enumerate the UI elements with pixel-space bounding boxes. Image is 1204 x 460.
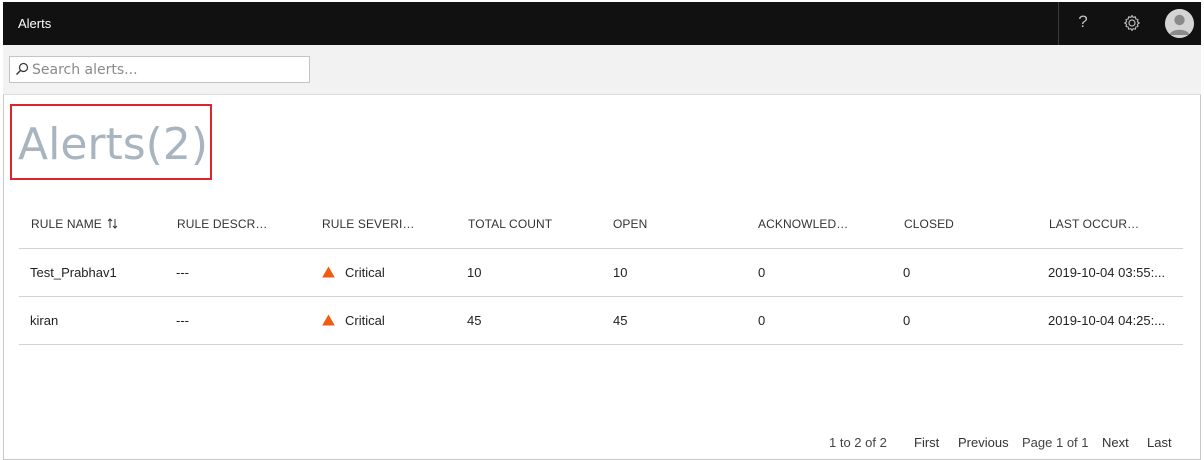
column-header-rule-name[interactable]: RULE NAME xyxy=(31,217,118,231)
table-row[interactable]: kiran --- Critical 45 45 0 0 2019-10-04 … xyxy=(19,297,1183,345)
column-header-closed[interactable]: CLOSED xyxy=(904,217,954,231)
column-header-rule-description[interactable]: RULE DESCR… xyxy=(177,217,267,231)
table-row[interactable]: Test_Prabhav1 --- Critical 10 10 0 0 201… xyxy=(19,249,1183,297)
critical-warning-icon xyxy=(322,266,335,278)
cell-acknowledged: 0 xyxy=(758,313,766,328)
sort-icon[interactable] xyxy=(107,218,118,229)
cell-closed: 0 xyxy=(903,265,911,280)
search-icon xyxy=(16,62,29,75)
pager-next-button[interactable]: Next xyxy=(1102,435,1129,450)
cell-open: 10 xyxy=(613,265,628,280)
page-title: Alerts(2) xyxy=(18,119,208,170)
avatar-icon[interactable] xyxy=(1165,9,1194,38)
cell-total-count: 10 xyxy=(467,265,482,280)
cell-acknowledged: 0 xyxy=(758,265,766,280)
cell-total-count: 45 xyxy=(467,313,482,328)
severity-label: Critical xyxy=(345,313,385,328)
column-header-last-occurrence[interactable]: LAST OCCUR… xyxy=(1049,217,1139,231)
cell-last-occurrence: 2019-10-04 03:55:... xyxy=(1048,265,1166,280)
column-header-rule-severity[interactable]: RULE SEVERI… xyxy=(322,217,415,231)
cell-severity: Critical xyxy=(322,313,385,328)
app-title: Alerts xyxy=(18,16,52,31)
gear-icon[interactable] xyxy=(1122,13,1142,33)
column-header-open[interactable]: OPEN xyxy=(613,217,647,231)
cell-closed: 0 xyxy=(903,313,911,328)
pager-last-button[interactable]: Last xyxy=(1147,435,1172,450)
column-header-acknowledged[interactable]: ACKNOWLED… xyxy=(758,217,848,231)
topbar-divider xyxy=(1058,2,1059,45)
search-toolbar xyxy=(3,45,1201,95)
column-header-label: RULE NAME xyxy=(31,217,102,231)
search-box[interactable] xyxy=(9,56,310,83)
help-icon[interactable]: ? xyxy=(1073,12,1093,32)
column-header-total-count[interactable]: TOTAL COUNT xyxy=(468,217,552,231)
cell-description: --- xyxy=(176,313,189,328)
cell-rule-name[interactable]: Test_Prabhav1 xyxy=(30,265,117,280)
cell-description: --- xyxy=(176,265,189,280)
cell-open: 45 xyxy=(613,313,628,328)
pager-first-button[interactable]: First xyxy=(914,435,939,450)
critical-warning-icon xyxy=(322,314,335,326)
alerts-table: RULE NAME RULE DESCR… RULE SEVERI… TOTAL… xyxy=(19,202,1183,345)
pager-range: 1 to 2 of 2 xyxy=(829,435,887,450)
pager-page-indicator: Page 1 of 1 xyxy=(1022,435,1089,450)
table-header: RULE NAME RULE DESCR… RULE SEVERI… TOTAL… xyxy=(19,202,1183,249)
severity-label: Critical xyxy=(345,265,385,280)
pager-previous-button[interactable]: Previous xyxy=(958,435,1009,450)
cell-rule-name[interactable]: kiran xyxy=(30,313,58,328)
cell-severity: Critical xyxy=(322,265,385,280)
cell-last-occurrence: 2019-10-04 04:25:... xyxy=(1048,313,1166,328)
top-navigation-bar: Alerts ? xyxy=(3,2,1201,45)
search-input[interactable] xyxy=(32,57,307,82)
